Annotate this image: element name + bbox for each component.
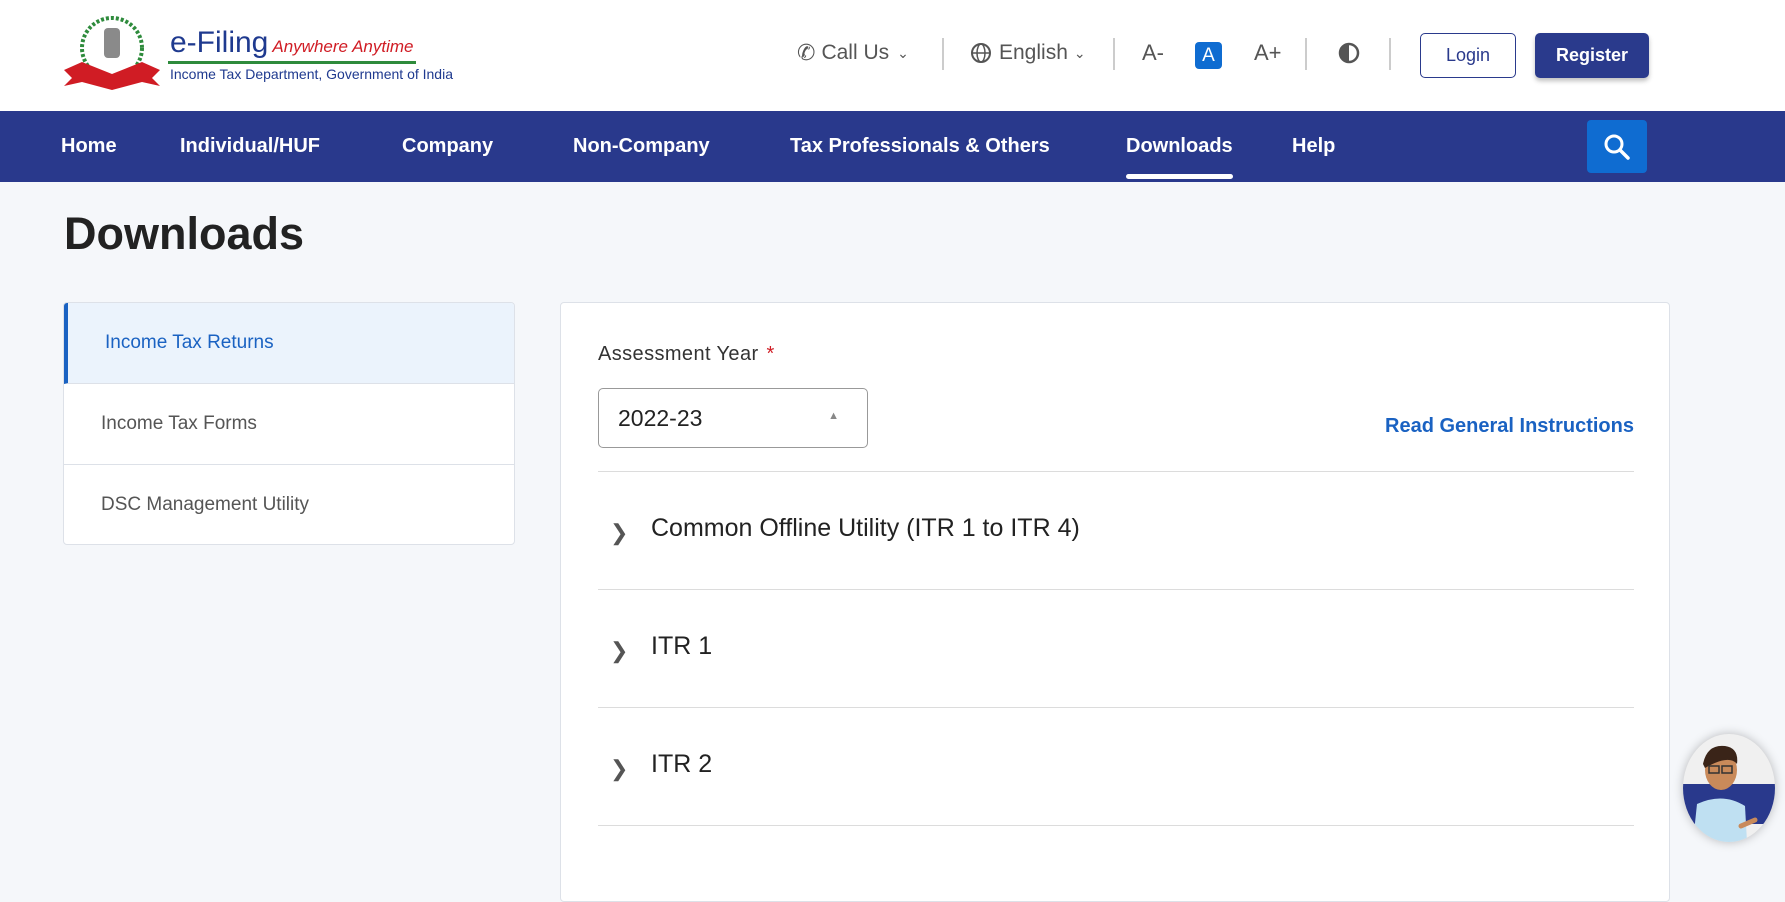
chevron-down-icon: ⌄ — [897, 44, 909, 61]
language-label: English — [999, 41, 1068, 64]
emblem-icon — [64, 16, 160, 90]
phone-icon: ✆ — [797, 40, 816, 65]
nav-tax-professionals[interactable]: Tax Professionals & Others — [790, 111, 1050, 182]
divider — [1305, 38, 1307, 70]
caret-up-icon: ▲ — [828, 410, 839, 422]
call-us-label: Call Us — [821, 41, 890, 64]
efiling-logo[interactable]: e-Filing Anywhere Anytime Income Tax Depa… — [62, 16, 453, 92]
main-nav: Home Individual/HUF Company Non-Company … — [0, 111, 1785, 182]
language-dropdown[interactable]: English ⌄ — [970, 38, 1086, 68]
header: e-Filing Anywhere Anytime Income Tax Depa… — [0, 0, 1785, 111]
assessment-year-label-text: Assessment Year — [598, 343, 759, 365]
nav-downloads[interactable]: Downloads — [1126, 111, 1233, 182]
nav-non-company[interactable]: Non-Company — [573, 111, 710, 182]
divider — [942, 38, 944, 70]
accordion-itr-1[interactable]: ❯ ITR 1 — [598, 589, 1634, 707]
read-general-instructions-link[interactable]: Read General Instructions — [1385, 415, 1634, 438]
globe-icon — [971, 43, 991, 63]
chevron-right-icon: ❯ — [610, 520, 629, 545]
font-increase-button[interactable]: A+ — [1254, 38, 1282, 68]
assessment-year-label: Assessment Year * — [598, 343, 775, 366]
contrast-icon — [1338, 42, 1360, 64]
nav-company[interactable]: Company — [402, 111, 493, 182]
chatbot-avatar-icon — [1683, 745, 1775, 842]
divider — [1113, 38, 1115, 70]
assessment-year-value: 2022-23 — [618, 405, 703, 431]
downloads-panel: Assessment Year * 2022-23 ▲ Read General … — [560, 302, 1670, 902]
sidebar-item-dsc-management-utility[interactable]: DSC Management Utility — [64, 465, 514, 544]
accordion-common-offline-utility[interactable]: ❯ Common Offline Utility (ITR 1 to ITR 4… — [598, 471, 1634, 589]
nav-home[interactable]: Home — [61, 111, 117, 182]
accordion-itr-2[interactable]: ❯ ITR 2 — [598, 707, 1634, 825]
brand-tagline: Anywhere Anytime — [272, 37, 414, 56]
accordion-title: ITR 2 — [651, 750, 713, 778]
contrast-toggle[interactable] — [1338, 38, 1360, 68]
nav-help[interactable]: Help — [1292, 111, 1335, 182]
font-decrease-button[interactable]: A- — [1142, 38, 1164, 68]
sidebar-item-income-tax-returns[interactable]: Income Tax Returns — [64, 303, 514, 384]
login-button[interactable]: Login — [1420, 33, 1516, 78]
call-us-dropdown[interactable]: ✆ Call Us ⌄ — [797, 38, 909, 68]
brand-title: e-Filing Anywhere Anytime — [170, 26, 413, 60]
chevron-right-icon: ❯ — [610, 638, 629, 663]
font-normal-button[interactable]: A — [1195, 42, 1222, 69]
divider — [1389, 38, 1391, 70]
accordion-title: Common Offline Utility (ITR 1 to ITR 4) — [651, 514, 1080, 542]
brand-subtitle: Income Tax Department, Government of Ind… — [170, 66, 453, 82]
page-title: Downloads — [64, 208, 305, 259]
accordion-title: ITR 1 — [651, 632, 713, 660]
sidebar-item-income-tax-forms[interactable]: Income Tax Forms — [64, 384, 514, 465]
required-mark: * — [766, 343, 775, 365]
divider — [598, 825, 1634, 827]
brand-divider — [168, 61, 416, 64]
nav-individual-huf[interactable]: Individual/HUF — [180, 111, 320, 182]
chatbot-button[interactable] — [1683, 734, 1775, 842]
chevron-right-icon: ❯ — [610, 756, 629, 781]
register-button[interactable]: Register — [1535, 33, 1649, 78]
brand-name: e-Filing — [170, 26, 269, 59]
search-button[interactable] — [1587, 120, 1647, 173]
chevron-down-icon: ⌄ — [1073, 44, 1086, 61]
sidebar: Income Tax Returns Income Tax Forms DSC … — [63, 302, 515, 545]
search-icon — [1604, 134, 1630, 160]
assessment-year-select[interactable]: 2022-23 ▲ — [598, 388, 868, 448]
